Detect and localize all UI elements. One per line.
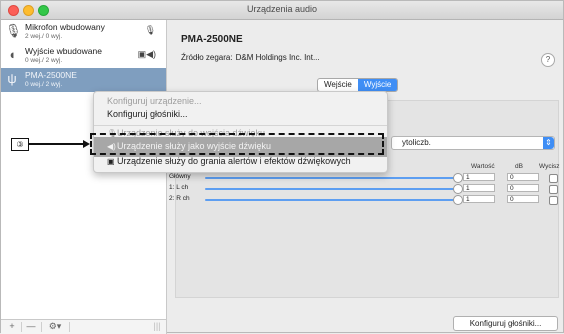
context-menu: Konfiguruj urządzenie... Konfiguruj głoś…: [93, 91, 388, 173]
db-field[interactable]: 0: [507, 173, 539, 181]
clock-source-value[interactable]: D&M Holdings Inc. Int...: [236, 53, 320, 62]
mute-checkbox[interactable]: [549, 185, 558, 194]
db-field[interactable]: 0: [507, 184, 539, 192]
alert-speaker-icon: ▣: [107, 157, 115, 166]
volume-slider-knob[interactable]: [453, 195, 463, 205]
toolbar-divider: [21, 322, 22, 332]
volume-slider-track[interactable]: [205, 188, 455, 190]
channel-label: 2: R ch: [169, 195, 190, 202]
volume-slider-knob[interactable]: [453, 173, 463, 183]
device-channels: 2 wej./ 0 wyj.: [25, 33, 63, 40]
device-name: Mikrofon wbudowany: [25, 22, 105, 32]
device-item-builtin-output[interactable]: ◖ Wyjście wbudowane 0 wej./ 2 wyj. ▣◀): [1, 44, 166, 68]
title-bar: Urządzenia audio: [1, 1, 563, 20]
value-field[interactable]: 1: [463, 184, 495, 192]
device-channels: 0 wej./ 2 wyj.: [25, 81, 63, 88]
toolbar-divider: [69, 322, 70, 332]
toolbar-divider: [41, 322, 42, 332]
value-field[interactable]: 1: [463, 173, 495, 181]
device-name: PMA-2500NE: [25, 70, 77, 80]
channel-row-main: Główny 1 0: [167, 173, 563, 183]
device-item-builtin-mic[interactable]: 🎙 Mikrofon wbudowany 2 wej./ 0 wyj. 🎙: [1, 20, 166, 44]
device-item-pma-2500ne[interactable]: ψ PMA-2500NE 0 wej./ 2 wyj.: [1, 68, 166, 92]
sidebar-toolbar: + — ⚙▾ |||: [1, 319, 167, 334]
format-select-value: ytoliczb.: [402, 138, 431, 147]
format-select[interactable]: ytoliczb. ⇕: [391, 136, 555, 150]
annotation-callout: ③: [11, 138, 29, 151]
menu-item-configure-device[interactable]: Konfiguruj urządzenie...: [107, 96, 202, 106]
db-field[interactable]: 0: [507, 195, 539, 203]
channel-label: Główny: [169, 173, 191, 180]
column-header-mute: Wycisz: [539, 163, 560, 170]
volume-slider-track[interactable]: [205, 199, 455, 201]
value-field[interactable]: 1: [463, 195, 495, 203]
menu-item-configure-speakers[interactable]: Konfiguruj głośniki...: [107, 109, 188, 119]
annotation-arrowhead: [83, 140, 90, 148]
mute-checkbox[interactable]: [549, 174, 558, 183]
device-channels: 0 wej./ 2 wyj.: [25, 57, 63, 64]
add-device-button[interactable]: +: [7, 321, 17, 332]
help-button[interactable]: ?: [541, 53, 555, 67]
usb-icon: ψ: [7, 71, 17, 86]
mute-checkbox[interactable]: [549, 196, 558, 205]
annotation-arrow: [29, 143, 85, 145]
remove-device-button[interactable]: —: [25, 321, 37, 332]
window-title: Urządzenia audio: [246, 4, 318, 14]
menu-item-label: Urządzenie służy do grania alertów i efe…: [117, 156, 351, 166]
configure-speakers-button[interactable]: Konfiguruj głośniki...: [453, 316, 558, 331]
mic-small-icon: 🎙: [144, 25, 156, 35]
channel-label: 1: L ch: [169, 184, 189, 191]
device-title: PMA-2500NE: [181, 34, 243, 45]
column-header-value: Wartość: [471, 163, 495, 170]
microphone-icon: 🎙: [5, 23, 22, 38]
io-tab-control: Wejście Wyjście: [317, 78, 399, 92]
resize-handle[interactable]: |||: [153, 321, 161, 332]
audio-devices-window: Urządzenia audio 🎙 Mikrofon wbudowany 2 …: [0, 0, 564, 334]
channel-row-left: 1: L ch 1 0: [167, 184, 563, 194]
menu-item-use-for-alerts[interactable]: ▣ Urządzenie służy do grania alertów i ef…: [107, 156, 351, 166]
volume-slider-track[interactable]: [205, 177, 455, 179]
speaker-icon: ◖: [8, 47, 16, 62]
chevron-updown-icon: ⇕: [543, 137, 554, 149]
annotation-dashed-box: [90, 133, 384, 155]
device-name: Wyjście wbudowane: [25, 46, 102, 56]
clock-source: Źródło zegara: D&M Holdings Inc. Int...: [181, 53, 320, 62]
column-header-db: dB: [515, 163, 523, 170]
clock-source-label: Źródło zegara:: [181, 53, 233, 62]
tab-input[interactable]: Wejście: [318, 79, 358, 91]
tab-output[interactable]: Wyjście: [357, 79, 398, 91]
device-detail-pane: PMA-2500NE Źródło zegara: D&M Holdings In…: [167, 20, 563, 333]
gear-menu-button[interactable]: ⚙▾: [45, 321, 65, 332]
finder-speaker-icon: ▣◀): [137, 49, 156, 59]
channel-row-right: 2: R ch 1 0: [167, 195, 563, 205]
volume-slider-knob[interactable]: [453, 184, 463, 194]
menu-separator: [94, 125, 387, 126]
